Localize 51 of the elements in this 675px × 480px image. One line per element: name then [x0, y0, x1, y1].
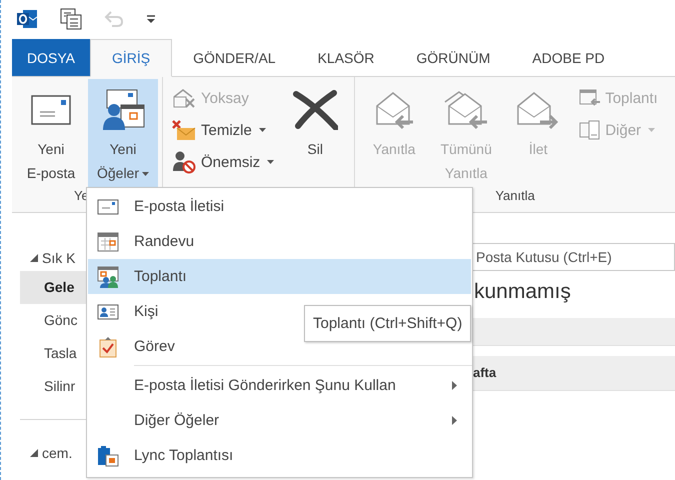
envelope-arrow-icon	[516, 90, 560, 130]
ribbon-tab[interactable]: KLASÖR	[296, 39, 396, 76]
send-receive-icon[interactable]	[60, 8, 82, 30]
group-header: afta	[472, 356, 675, 391]
ribbon-button[interactable]: Yeni Öğeler	[88, 79, 158, 188]
calendar-icon	[97, 232, 119, 252]
calendar-people-icon	[97, 266, 119, 288]
device-icon	[579, 119, 602, 141]
filter-heading: kunmamış	[473, 279, 572, 305]
menu-item[interactable]: E-posta İletisi Gönderirken Şunu Kullan	[88, 368, 471, 403]
ribbon-button[interactable]: Önemsiz	[171, 149, 274, 175]
envelope-icon	[97, 198, 119, 214]
folder-x-icon	[171, 118, 197, 142]
caret-icon	[648, 128, 656, 132]
ribbon-tab[interactable]: GİRİŞ	[90, 39, 172, 77]
caret-icon	[142, 172, 150, 176]
menu-item[interactable]: Lync Toplantısı	[88, 438, 471, 473]
ribbon-button[interactable]: Sil	[280, 79, 350, 188]
submenu-arrow-icon	[452, 416, 457, 425]
caret-icon	[258, 128, 266, 132]
caret-icon	[267, 160, 274, 164]
section-header[interactable]: Sık K	[42, 250, 76, 266]
ribbon-button[interactable]: Temizle	[171, 117, 274, 143]
ribbon-tab[interactable]: ADOBE PD	[511, 39, 626, 76]
envelope-icon	[31, 95, 71, 125]
ribbon-tab[interactable]: GÖRÜNÜM	[395, 39, 512, 76]
submenu-arrow-icon	[452, 381, 457, 390]
customize-icon[interactable]	[146, 15, 156, 23]
menu-item[interactable]: E-posta İletisi	[88, 189, 471, 224]
ribbon-button[interactable]: Yeni E-posta	[16, 79, 86, 188]
menu-item[interactable]: Toplantı	[88, 259, 471, 294]
ribbon-tab[interactable]: GÖNDER/AL	[172, 39, 297, 76]
menu-item[interactable]: Randevu	[88, 224, 471, 259]
clipboard-check-icon	[98, 336, 118, 358]
calendar-arrow-icon	[579, 88, 602, 108]
expanded-icon[interactable]	[30, 254, 38, 262]
contact-card-icon	[97, 304, 119, 320]
menu-item[interactable]: Diğer Öğeler	[88, 403, 471, 438]
group-label: Yanıtla	[495, 188, 535, 203]
person-blocked-icon	[171, 150, 197, 174]
section-header[interactable]: cem.	[42, 445, 72, 461]
file-tab[interactable]: DOSYA	[12, 39, 90, 76]
search-field[interactable]: Posta Kutusu (Ctrl+E)	[472, 243, 675, 271]
envelope-x-icon	[171, 87, 197, 109]
lync-calendar-icon	[97, 444, 119, 466]
delete-icon	[292, 90, 338, 130]
outlook-app-icon[interactable]	[16, 8, 38, 30]
expanded-icon[interactable]	[30, 449, 38, 457]
person-calendar-icon	[101, 89, 145, 131]
tooltip: Toplantı (Ctrl+Shift+Q)	[304, 305, 472, 342]
envelope-arrow-icon	[443, 90, 490, 130]
